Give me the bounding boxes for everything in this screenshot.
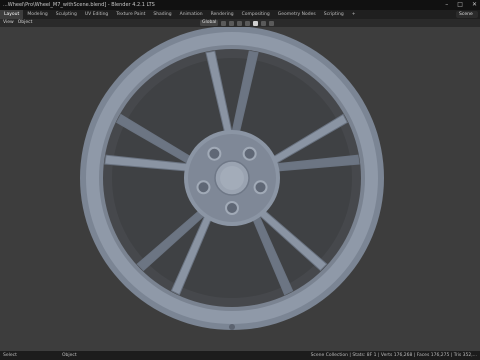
lug-nut <box>242 146 257 161</box>
transform-orientation-dropdown[interactable]: Global <box>200 20 219 26</box>
tab-geometry-nodes[interactable]: Geometry Nodes <box>274 10 320 19</box>
lug-nut <box>225 201 239 215</box>
lug-nut <box>196 180 211 195</box>
object-menu[interactable]: Object <box>18 19 33 27</box>
workspace-tabs-bar: Layout Modeling Sculpting UV Editing Tex… <box>0 10 480 19</box>
3d-viewport[interactable] <box>0 27 480 351</box>
tab-sculpting[interactable]: Sculpting <box>52 10 81 19</box>
add-workspace-button[interactable]: + <box>348 10 360 19</box>
valve-stem <box>229 324 235 330</box>
tab-modeling[interactable]: Modeling <box>23 10 51 19</box>
tab-scripting[interactable]: Scripting <box>320 10 348 19</box>
title-bar: ...Wheel\Pro\Wheel_M7_withScene.blend] -… <box>0 0 480 10</box>
material-preview-icon[interactable] <box>261 20 267 26</box>
xray-icon[interactable] <box>237 20 243 26</box>
solid-shading-icon[interactable] <box>253 20 259 26</box>
status-object: Object <box>62 353 77 358</box>
center-cap-face <box>220 166 244 190</box>
maximize-button[interactable]: □ <box>457 0 463 10</box>
tab-animation[interactable]: Animation <box>176 10 207 19</box>
tab-uv-editing[interactable]: UV Editing <box>81 10 112 19</box>
close-button[interactable]: ✕ <box>472 0 477 10</box>
view-menu[interactable]: View <box>3 19 14 27</box>
proportional-edit-icon[interactable] <box>229 20 235 26</box>
scene-stats: Scene Collection | Stats: 8F 1 | Verts 1… <box>310 353 477 358</box>
lug-nut <box>207 146 222 161</box>
tab-shading[interactable]: Shading <box>149 10 175 19</box>
status-select: Select <box>3 353 17 358</box>
tab-texture-paint[interactable]: Texture Paint <box>112 10 149 19</box>
scene-selector[interactable]: Scene <box>456 11 478 18</box>
tab-compositing[interactable]: Compositing <box>238 10 274 19</box>
snap-icon[interactable] <box>221 20 227 26</box>
status-bar: Select Object Scene Collection | Stats: … <box>0 351 480 360</box>
rendered-shading-icon[interactable] <box>269 20 275 26</box>
lug-nut <box>253 180 268 195</box>
tab-rendering[interactable]: Rendering <box>207 10 238 19</box>
wireframe-shading-icon[interactable] <box>245 20 251 26</box>
tab-layout[interactable]: Layout <box>0 10 24 19</box>
viewport-header: View Object Global <box>0 19 480 27</box>
minimize-button[interactable]: – <box>445 0 448 10</box>
wheel-render <box>80 27 384 330</box>
window-title: ...Wheel\Pro\Wheel_M7_withScene.blend] -… <box>3 2 155 8</box>
